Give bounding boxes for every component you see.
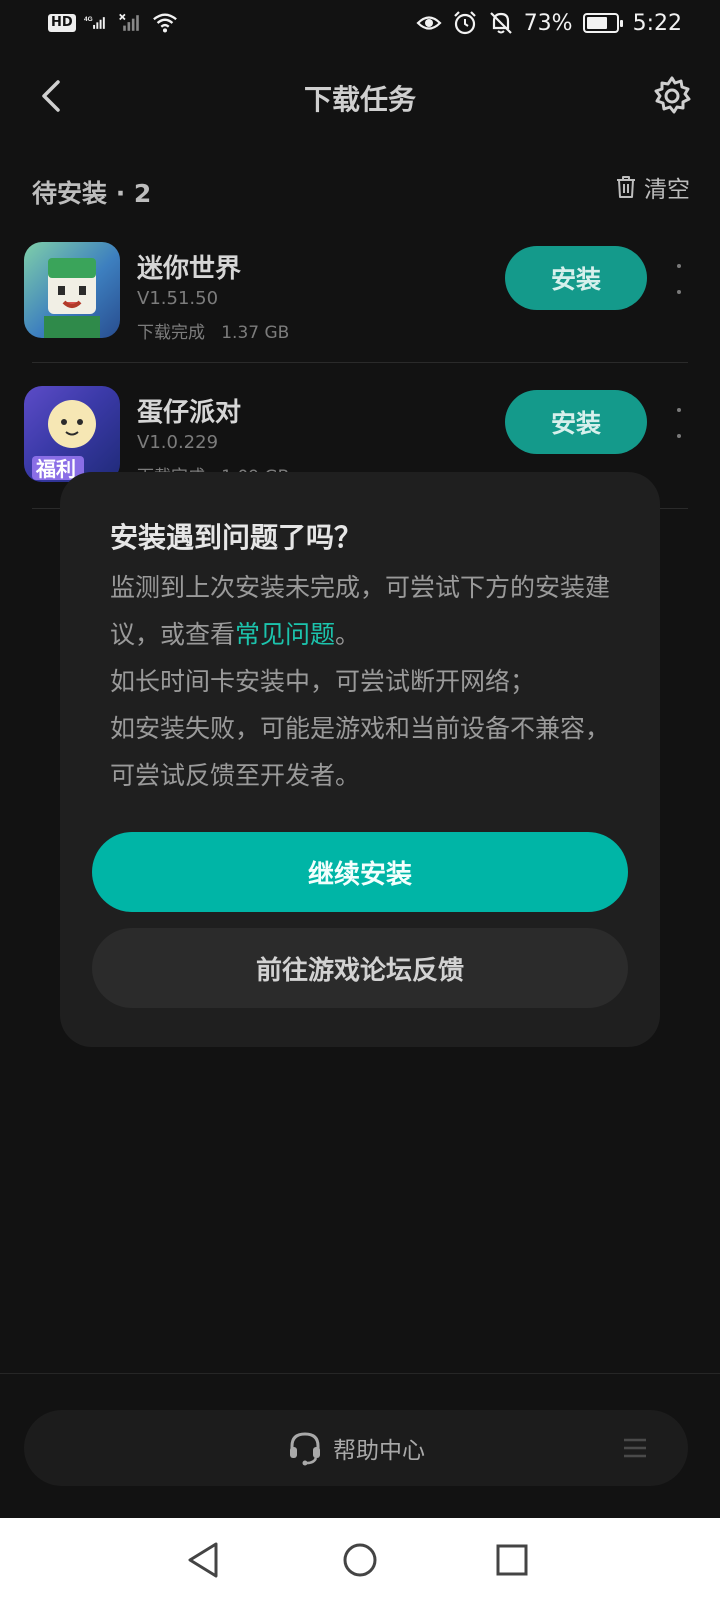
dialog-line-network: 如长时间卡安装中，可尝试断开网络； (110, 667, 536, 696)
signal-no-service-icon (118, 13, 139, 31)
app-name: 迷你世界 (137, 254, 242, 284)
faq-link[interactable]: 常见问题 (235, 620, 335, 649)
header: 下载任务 (0, 60, 720, 130)
app-name: 蛋仔派对 (137, 398, 242, 428)
app-version: V1.0.229 (137, 432, 219, 453)
app-icon-eggy-party[interactable]: 福利 (24, 386, 120, 482)
help-center-button[interactable]: 帮助中心 (24, 1410, 688, 1486)
install-problem-dialog: 安装遇到问题了吗？ 监测到上次安装未完成，可尝试下方的安装建议，或查看常见问题。… (60, 472, 660, 1047)
install-button[interactable]: 安装 (505, 390, 647, 454)
nav-back-icon[interactable] (182, 1538, 226, 1582)
page-title: 下载任务 (303, 83, 416, 116)
status-bar: HD 4G 73% 5:22 (0, 0, 720, 50)
dialog-title: 安装遇到问题了吗？ (110, 521, 363, 554)
eye-icon (416, 16, 442, 30)
download-status: 下载完成 (137, 323, 205, 343)
clock: 5:22 (632, 10, 682, 36)
system-nav-bar (0, 1518, 720, 1600)
clear-button[interactable]: 清空 (614, 170, 690, 204)
divider (0, 1373, 720, 1374)
hd-badge: HD (48, 14, 76, 32)
alarm-icon (453, 11, 476, 35)
dialog-body: 监测到上次安装未完成，可尝试下方的安装建议，或查看常见问题。 如长时间卡安装中，… (110, 564, 620, 799)
install-button[interactable]: 安装 (505, 246, 647, 310)
notifications-off-icon (489, 12, 512, 34)
wifi-icon (152, 13, 177, 33)
download-meta: 下载完成 1.37 GB (137, 318, 289, 343)
nav-recents-icon[interactable] (490, 1538, 534, 1582)
download-size: 1.37 GB (221, 323, 290, 343)
app-icon-mini-world[interactable] (24, 242, 120, 338)
clear-label: 清空 (644, 177, 690, 203)
icon-label: 福利 (35, 457, 76, 481)
help-bar: 帮助中心 (24, 1410, 688, 1486)
pending-section-title: 待安装 · 2 (32, 179, 152, 208)
divider (32, 362, 688, 363)
app-version: V1.51.50 (137, 288, 219, 309)
forum-feedback-button[interactable]: 前往游戏论坛反馈 (92, 928, 628, 1008)
signal-4g-icon: 4G (84, 16, 105, 29)
menu-icon[interactable] (622, 1435, 648, 1461)
nav-home-icon[interactable] (338, 1538, 382, 1582)
trash-icon (617, 176, 635, 198)
more-options-icon[interactable] (674, 408, 684, 438)
headset-icon (290, 1432, 320, 1466)
dialog-line-compat: 如安装失败，可能是游戏和当前设备不兼容，可尝试反馈至开发者。 (110, 714, 611, 790)
help-center-label: 帮助中心 (333, 1438, 425, 1464)
battery-icon (582, 13, 623, 33)
svg-text:4G: 4G (84, 16, 93, 23)
continue-install-button[interactable]: 继续安装 (92, 832, 628, 912)
settings-gear-icon[interactable] (650, 74, 694, 118)
list-item: 迷你世界 V1.51.50 下载完成 1.37 GB 安装 (0, 242, 720, 382)
battery-percent: 73% (523, 10, 573, 36)
more-options-icon[interactable] (674, 264, 684, 294)
